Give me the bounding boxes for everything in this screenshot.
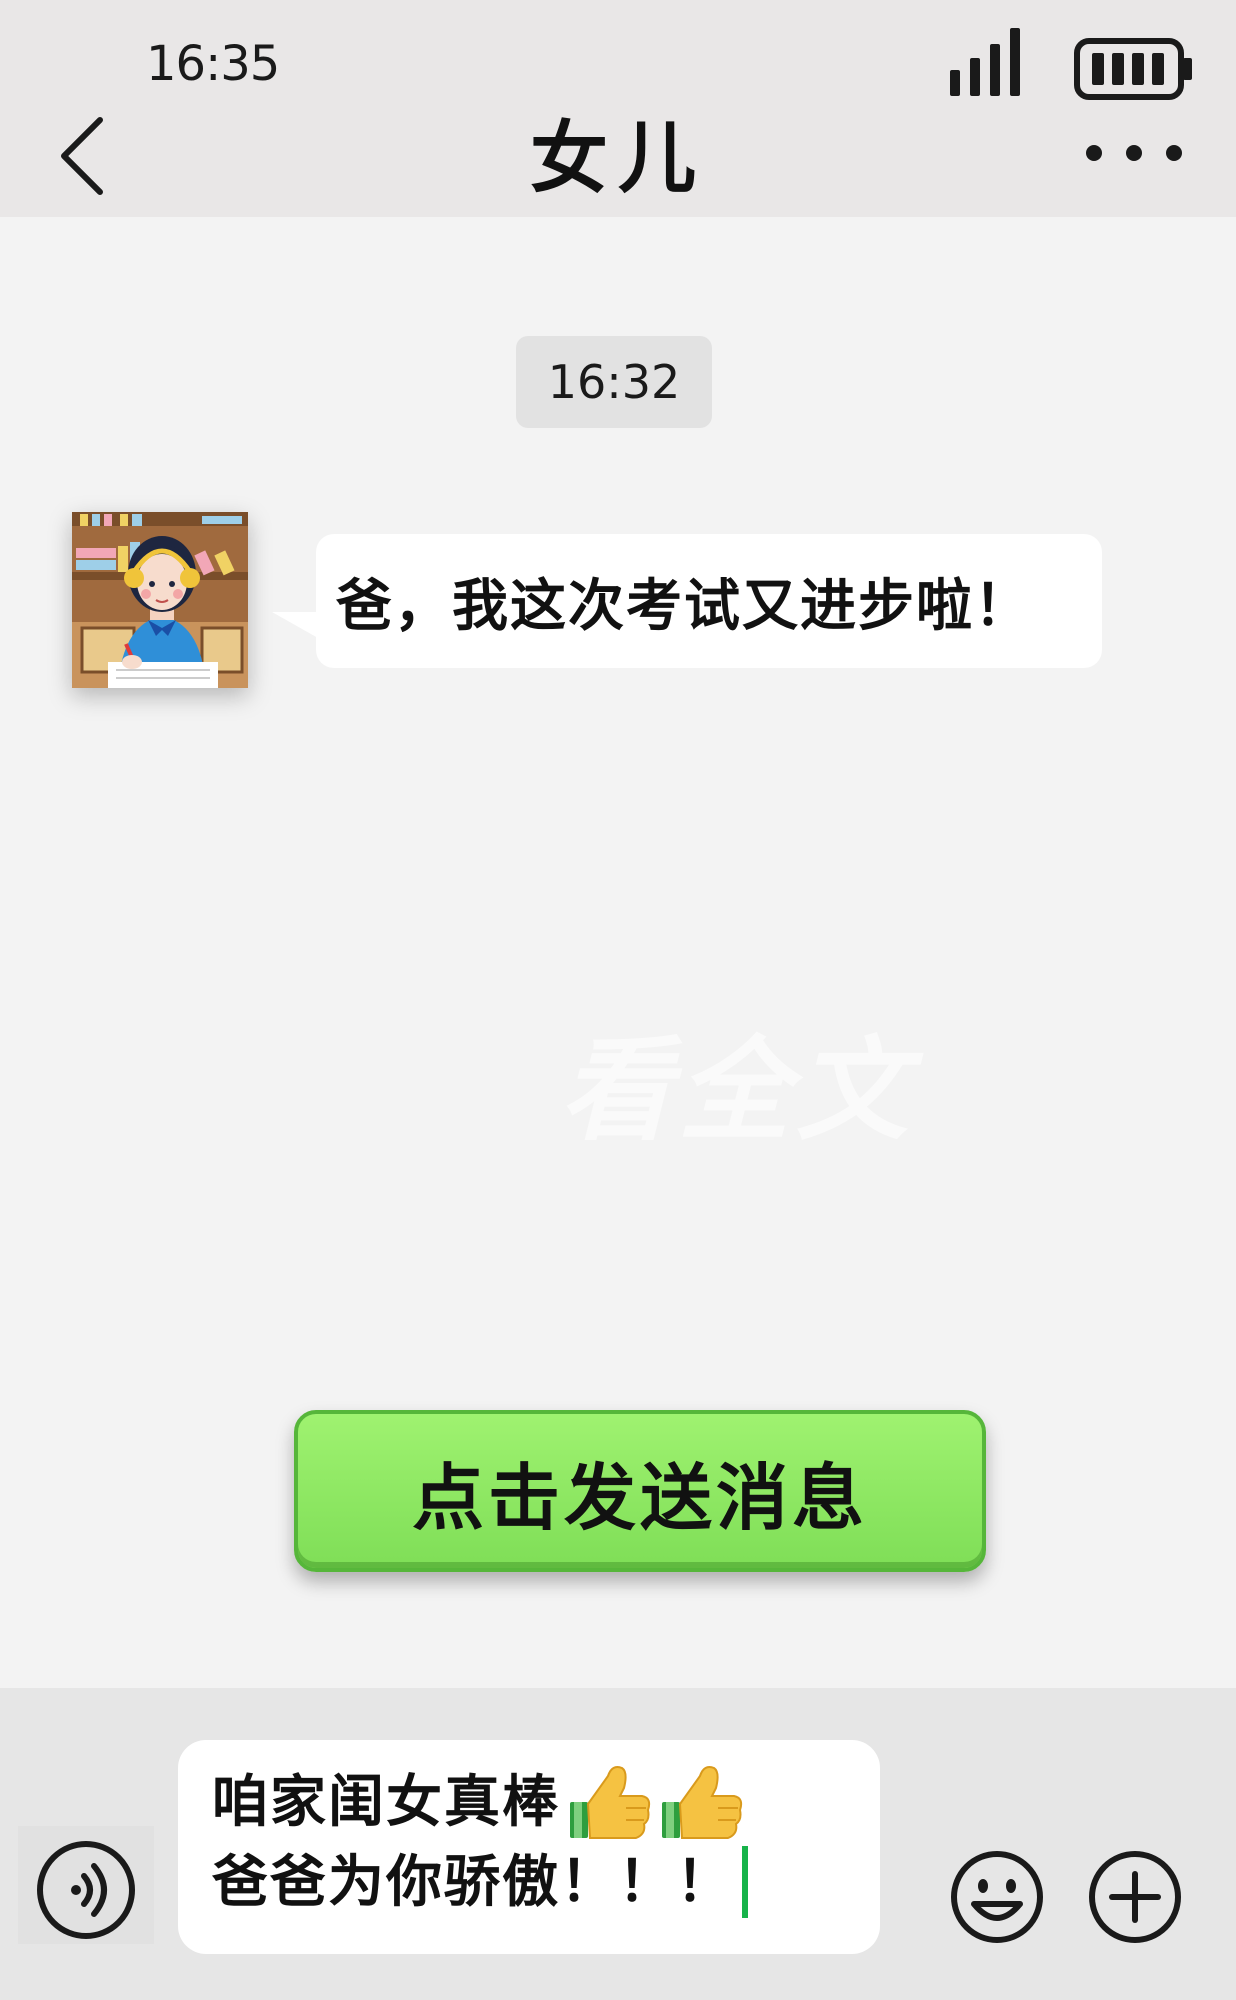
thumbs-up-icon bbox=[662, 1766, 743, 1839]
message-timestamp: 16:32 bbox=[516, 336, 712, 428]
plus-icon[interactable] bbox=[1086, 1848, 1184, 1946]
status-time: 16:35 bbox=[146, 36, 280, 92]
input-line-2: 爸爸为你骄傲！！！ bbox=[212, 1849, 734, 1915]
chat-title: 女儿 bbox=[529, 113, 706, 204]
smiley-icon[interactable] bbox=[948, 1848, 1046, 1946]
girl-studying-avatar[interactable] bbox=[72, 512, 248, 688]
battery-icon bbox=[1074, 38, 1192, 100]
message-text: 爸，我这次考试又进步啦！ bbox=[336, 572, 1032, 639]
message-input[interactable]: 咱家闺女真棒 爸爸为你骄傲！！！ bbox=[178, 1740, 880, 1954]
text-cursor bbox=[742, 1846, 748, 1918]
incoming-message-bubble[interactable]: 爸，我这次考试又进步啦！ bbox=[272, 534, 1102, 668]
more-dots-icon[interactable] bbox=[1082, 138, 1186, 168]
input-bar: 咱家闺女真棒 爸爸为你骄傲！！！ bbox=[0, 1688, 1236, 2000]
thumbs-up-icon bbox=[570, 1766, 651, 1839]
voice-icon[interactable] bbox=[18, 1826, 154, 1944]
send-message-button[interactable]: 点击发送消息 bbox=[294, 1410, 986, 1572]
top-bar: 16:35 女儿 bbox=[0, 0, 1236, 217]
watermark-text: 看全文 bbox=[560, 1025, 914, 1156]
input-line-1: 咱家闺女真棒 bbox=[212, 1769, 560, 1835]
signal-bars-icon bbox=[950, 28, 1020, 96]
